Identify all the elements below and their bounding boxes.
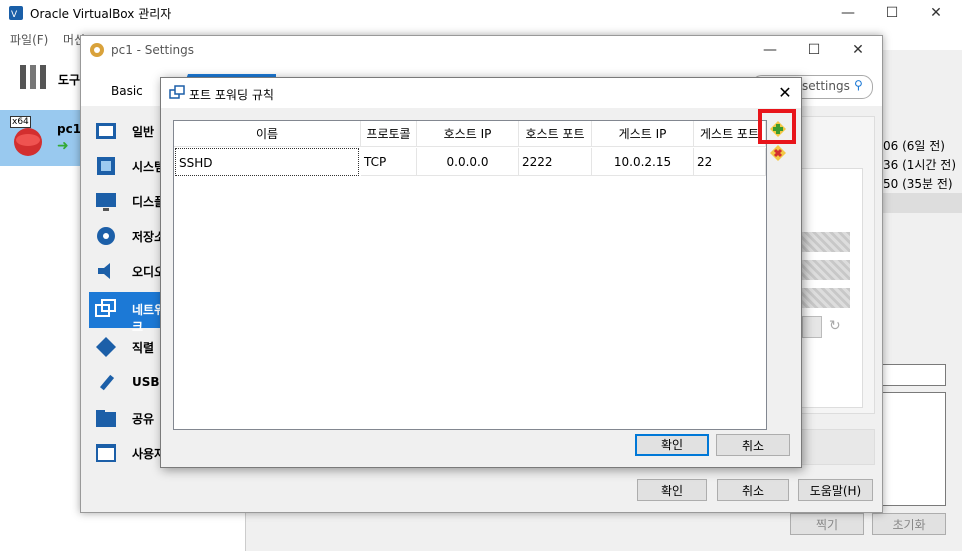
snapshot-time-2: 36 (1시간 전) — [883, 158, 957, 172]
usb-icon — [95, 372, 117, 394]
maximize-button[interactable]: ☐ — [870, 0, 914, 26]
column-header-protocol[interactable]: 프로토콜 — [361, 121, 417, 147]
rule-name-cell[interactable]: SSHD — [175, 148, 359, 176]
column-header-host-port[interactable]: 호스트 포트 — [519, 121, 592, 147]
search-placeholder: settings — [802, 79, 850, 93]
rule-guest-ip-cell[interactable]: 10.0.2.15 — [592, 148, 694, 176]
take-snapshot-button[interactable]: 찍기 — [790, 513, 864, 535]
port-forwarding-dialog: 포트 포워딩 규칙 ✕ 이름 프로토콜 호스트 IP 호스트 포트 게스트 IP… — [160, 77, 802, 468]
app-title: Oracle VirtualBox 관리자 — [30, 7, 172, 21]
rule-host-port-cell[interactable]: 2222 — [519, 148, 592, 176]
settings-close-button[interactable]: ✕ — [836, 37, 880, 63]
add-rule-button[interactable] — [769, 120, 787, 138]
svg-text:V: V — [11, 10, 18, 20]
minimize-button[interactable]: — — [826, 0, 870, 26]
refresh-mac-icon: ↻ — [829, 318, 841, 334]
tools-icon — [18, 62, 48, 92]
snapshot-selected-row — [883, 193, 962, 213]
snapshot-time-3: 50 (35분 전) — [883, 177, 953, 191]
tab-basic[interactable]: Basic — [111, 84, 143, 98]
serial-icon — [95, 336, 117, 358]
general-icon — [95, 120, 117, 142]
column-header-guest-ip[interactable]: 게스트 IP — [592, 121, 694, 147]
remove-rule-icon — [770, 145, 786, 161]
main-titlebar: V Oracle VirtualBox 관리자 — ☐ ✕ — [0, 0, 962, 26]
vm-name: pc1 — [57, 122, 82, 136]
snapshot-name-field[interactable] — [880, 364, 946, 386]
settings-title: pc1 - Settings — [111, 43, 195, 57]
settings-titlebar: pc1 - Settings — ☐ ✕ — [81, 36, 882, 64]
nav-user-interface[interactable]: 사용자 — [89, 436, 169, 470]
rule-protocol-cell[interactable]: TCP — [361, 148, 417, 176]
settings-footer-frame — [796, 429, 875, 465]
settings-ok-button[interactable]: 확인 — [637, 479, 707, 501]
remove-rule-button[interactable] — [769, 144, 787, 162]
column-header-name[interactable]: 이름 — [174, 121, 361, 147]
disabled-mac-field — [802, 316, 822, 338]
storage-icon — [95, 225, 117, 247]
tools-label[interactable]: 도구 — [58, 71, 80, 88]
disabled-field-1 — [802, 232, 850, 252]
nav-shared-folders[interactable]: 공유 — [89, 401, 169, 435]
disabled-field-3 — [802, 288, 850, 308]
user-interface-icon — [95, 442, 117, 464]
port-forwarding-cancel-button[interactable]: 취소 — [716, 434, 790, 456]
system-icon — [95, 155, 117, 177]
settings-minimize-button[interactable]: — — [748, 37, 792, 63]
port-forwarding-ok-button[interactable]: 확인 — [635, 434, 709, 456]
port-forwarding-title: 포트 포워딩 규칙 — [189, 88, 274, 102]
snapshot-description-field[interactable] — [880, 392, 946, 506]
nav-audio[interactable]: 오디오 — [89, 254, 169, 288]
port-forwarding-close-button[interactable]: ✕ — [773, 81, 797, 105]
network-rules-icon — [169, 85, 185, 101]
column-header-guest-port[interactable]: 게스트 포트 — [694, 121, 766, 147]
menu-file[interactable]: 파일(F) — [10, 31, 48, 48]
settings-cancel-button[interactable]: 취소 — [717, 479, 789, 501]
settings-help-button[interactable]: 도움말(H) — [798, 479, 873, 501]
nav-system[interactable]: 시스템 — [89, 149, 169, 183]
nav-display[interactable]: 디스플 — [89, 184, 169, 218]
nav-general[interactable]: 일반 — [89, 114, 169, 148]
vm-list-item-pc1[interactable]: x64 pc1 ➜ — [0, 110, 82, 166]
display-icon — [95, 190, 117, 212]
vm-arch-badge: x64 — [10, 116, 31, 128]
nav-serial[interactable]: 직렬 — [89, 330, 169, 364]
column-header-host-ip[interactable]: 호스트 IP — [417, 121, 519, 147]
search-icon: ⚲ — [854, 78, 863, 92]
nav-storage[interactable]: 저장소 — [89, 219, 169, 253]
port-rules-table: 이름 프로토콜 호스트 IP 호스트 포트 게스트 IP 게스트 포트 SSHD… — [173, 120, 767, 430]
settings-maximize-button[interactable]: ☐ — [792, 37, 836, 63]
close-button[interactable]: ✕ — [914, 0, 958, 26]
network-icon — [95, 298, 117, 320]
add-rule-icon — [770, 121, 786, 137]
snapshot-time-1: 06 (6일 전) — [883, 139, 945, 153]
rule-host-ip-cell[interactable]: 0.0.0.0 — [417, 148, 519, 176]
port-forwarding-titlebar: 포트 포워딩 규칙 ✕ — [161, 78, 801, 108]
reset-button[interactable]: 초기화 — [872, 513, 946, 535]
vm-running-arrow-icon: ➜ — [57, 138, 69, 154]
virtualbox-logo-icon: V — [8, 5, 24, 21]
rule-guest-port-cell[interactable]: 22 — [694, 148, 766, 176]
nav-usb[interactable]: USB — [89, 366, 169, 400]
audio-icon — [95, 260, 117, 282]
disabled-field-2 — [802, 260, 850, 280]
nav-network[interactable]: 네트워크 — [89, 292, 169, 334]
settings-gear-icon — [89, 42, 105, 58]
shared-folder-icon — [95, 407, 117, 429]
